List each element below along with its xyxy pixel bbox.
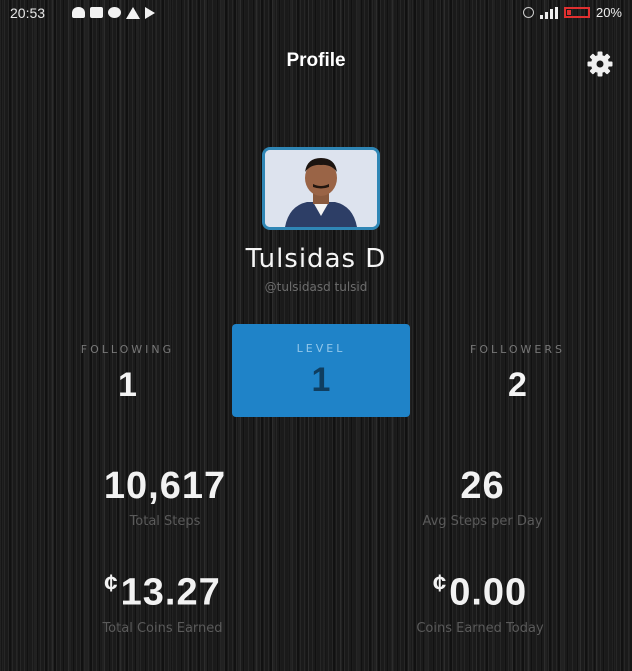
avg-steps-value: 26 — [460, 465, 505, 507]
following-label: FOLLOWING — [80, 343, 175, 356]
page-title: Profile — [286, 50, 346, 71]
coin-icon: ¢ — [432, 570, 448, 597]
coins-today-label: Coins Earned Today — [416, 620, 544, 636]
status-time: 20:53 — [10, 5, 46, 21]
coin-icon: ¢ — [104, 570, 119, 597]
coins-today-amount: 0.00 — [449, 571, 528, 614]
alarm-icon — [522, 7, 534, 18]
avg-steps-label: Avg Steps per Day — [422, 514, 543, 529]
level-card[interactable]: LEVEL 1 — [232, 324, 410, 417]
warning-icon — [126, 7, 140, 19]
following-count: 1 — [118, 366, 137, 404]
system-status: 20% — [522, 5, 622, 20]
total-steps-label: Total Steps — [129, 514, 201, 529]
circle-icon — [108, 7, 121, 18]
profile-photo — [265, 150, 377, 227]
user-handle: @tulsidasd tulsid — [264, 280, 368, 294]
coins-today-value: ¢0.00 — [380, 570, 580, 615]
followers-stat[interactable]: FOLLOWERS 2 — [440, 343, 595, 405]
battery-percent: 20% — [595, 5, 622, 20]
followers-label: FOLLOWERS — [470, 343, 565, 356]
total-steps-stat: 10,617 Total Steps — [60, 465, 270, 529]
avatar[interactable] — [262, 147, 380, 230]
square-icon — [90, 7, 103, 18]
battery-icon — [563, 7, 590, 18]
total-steps-value: 10,617 — [103, 465, 227, 507]
settings-icon[interactable] — [586, 50, 614, 78]
user-name: Tulsidas D — [245, 244, 387, 274]
play-icon — [145, 7, 155, 19]
level-value: 1 — [311, 361, 331, 399]
cloud-icon — [72, 7, 85, 18]
following-stat[interactable]: FOLLOWING 1 — [50, 343, 205, 405]
level-label: LEVEL — [296, 342, 346, 355]
total-coins-value: ¢13.27 — [45, 570, 280, 615]
notification-icons — [72, 7, 155, 19]
coins-today-stat: ¢0.00 Coins Earned Today — [380, 570, 580, 636]
avg-steps-stat: 26 Avg Steps per Day — [375, 465, 590, 529]
followers-count: 2 — [508, 366, 527, 404]
status-bar: 20:53 20% — [0, 0, 632, 26]
signal-icon — [539, 6, 558, 19]
total-coins-amount: 13.27 — [120, 571, 221, 614]
total-coins-label: Total Coins Earned — [102, 620, 223, 636]
total-coins-stat: ¢13.27 Total Coins Earned — [45, 570, 280, 636]
